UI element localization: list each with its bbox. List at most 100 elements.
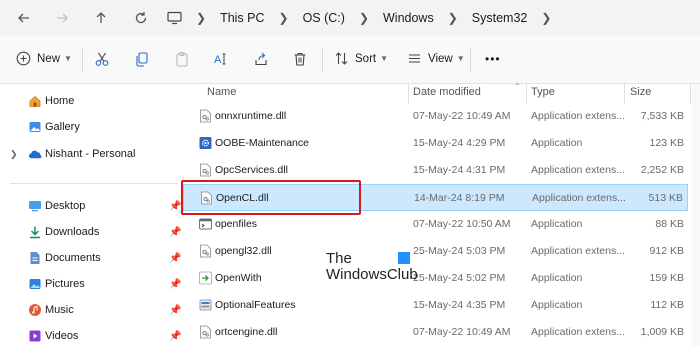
- scissors-icon: [95, 52, 109, 66]
- file-row[interactable]: onnxruntime.dll 07-May-22 10:49 AM Appli…: [183, 103, 688, 130]
- sidebar-item-label: Downloads: [45, 226, 100, 238]
- breadcrumb-os-c[interactable]: OS (C:): [303, 11, 345, 25]
- sidebar-item-videos[interactable]: Videos 📌: [0, 323, 183, 346]
- navigation-pane: Home Gallery ❯ Nishant - Personal Deskto…: [0, 84, 183, 346]
- copy-button[interactable]: [134, 51, 150, 67]
- file-type: Application extens...: [531, 245, 625, 257]
- gear-app-icon: [199, 136, 212, 150]
- file-size: 513 KB: [648, 192, 683, 204]
- view-button[interactable]: View ▼: [407, 51, 465, 66]
- more-options-button[interactable]: •••: [485, 52, 501, 66]
- cut-button[interactable]: [94, 51, 110, 67]
- file-type: Application extens...: [532, 192, 626, 204]
- new-button[interactable]: New ▼: [16, 51, 72, 66]
- documents-icon: [28, 251, 42, 265]
- file-row[interactable]: OpenWith 25-May-24 5:02 PM Application 1…: [183, 265, 688, 292]
- file-date: 15-May-24 4:29 PM: [413, 137, 506, 149]
- divider: [10, 183, 178, 184]
- up-button[interactable]: [81, 0, 121, 36]
- column-divider[interactable]: [408, 84, 409, 104]
- sidebar-item-label: Documents: [45, 252, 101, 264]
- pictures-icon: [28, 277, 42, 291]
- file-name: onnxruntime.dll: [215, 110, 287, 122]
- sidebar-item-gallery[interactable]: Gallery: [0, 114, 183, 140]
- breadcrumb-this-pc[interactable]: This PC: [220, 11, 264, 25]
- file-name: OpcServices.dll: [215, 164, 288, 176]
- sidebar-item-label: Desktop: [45, 200, 86, 212]
- address-row: ❯ This PC ❯ OS (C:) ❯ Windows ❯ System32…: [0, 0, 700, 36]
- pin-icon: 📌: [169, 252, 182, 264]
- more-icon: •••: [485, 52, 501, 66]
- music-icon: [28, 303, 42, 317]
- videos-icon: [28, 329, 42, 343]
- file-type: Application: [531, 299, 583, 311]
- sort-arrows-icon: [334, 51, 349, 66]
- desktop-icon: [28, 199, 42, 213]
- trash-icon: [294, 52, 306, 66]
- file-size: 2,252 KB: [640, 164, 684, 176]
- highlight-annotation: [181, 180, 361, 215]
- forward-button[interactable]: [42, 0, 82, 36]
- file-row[interactable]: OOBE-Maintenance 15-May-24 4:29 PM Appli…: [183, 130, 688, 157]
- paste-button[interactable]: [174, 51, 190, 67]
- back-button[interactable]: [4, 0, 44, 36]
- chevron-right-icon[interactable]: ❯: [541, 11, 551, 25]
- pin-icon: 📌: [169, 304, 182, 316]
- sidebar-item-label: Nishant - Personal: [45, 148, 136, 160]
- sidebar-item-pictures[interactable]: Pictures 📌: [0, 271, 183, 297]
- sidebar-item-label: Videos: [45, 330, 79, 342]
- column-size[interactable]: Size: [630, 86, 651, 98]
- file-date: 25-May-24 5:03 PM: [413, 245, 506, 257]
- refresh-icon: [135, 12, 147, 24]
- breadcrumb-system32[interactable]: System32: [472, 11, 528, 25]
- column-name[interactable]: Name: [207, 86, 236, 98]
- sidebar-item-documents[interactable]: Documents 📌: [0, 245, 183, 271]
- pin-icon: 📌: [169, 226, 182, 238]
- file-row[interactable]: OptionalFeatures 15-May-24 4:35 PM Appli…: [183, 292, 688, 319]
- breadcrumb-windows[interactable]: Windows: [383, 11, 434, 25]
- delete-button[interactable]: [292, 51, 308, 67]
- file-type: Application extens...: [531, 164, 625, 176]
- chevron-right-icon[interactable]: ❯: [10, 149, 18, 160]
- sidebar-item-label: Gallery: [45, 121, 80, 133]
- file-type: Application: [531, 272, 583, 284]
- arrow-left-icon: [18, 13, 29, 23]
- sidebar-item-label: Music: [45, 304, 74, 316]
- openwith-app-icon: [199, 271, 212, 285]
- features-app-icon: [199, 298, 212, 312]
- sidebar-item-label: Pictures: [45, 278, 85, 290]
- sidebar-item-downloads[interactable]: Downloads 📌: [0, 219, 183, 245]
- plus-circle-icon: [16, 51, 31, 66]
- sort-button[interactable]: Sort ▼: [334, 51, 388, 66]
- column-divider[interactable]: [624, 84, 625, 104]
- column-type[interactable]: Type: [531, 86, 555, 98]
- gallery-icon: [28, 120, 42, 134]
- command-bar: New ▼ A Sort ▼ View ▼ •••: [0, 36, 700, 84]
- breadcrumb: ❯ This PC ❯ OS (C:) ❯ Windows ❯ System32…: [167, 4, 565, 32]
- svg-text:A: A: [214, 54, 222, 66]
- share-button[interactable]: [253, 51, 269, 67]
- file-row[interactable]: openfiles 07-May-22 10:50 AM Application…: [183, 211, 688, 238]
- column-divider[interactable]: [690, 84, 691, 104]
- vertical-scrollbar[interactable]: [692, 84, 700, 346]
- chevron-right-icon: ❯: [447, 11, 458, 25]
- column-header: ⌃ Name Date modified Type Size: [183, 82, 700, 104]
- column-date-modified[interactable]: Date modified: [413, 86, 481, 98]
- file-row[interactable]: opengl32.dll 25-May-24 5:03 PM Applicati…: [183, 238, 688, 265]
- column-divider[interactable]: [526, 84, 527, 104]
- rename-button[interactable]: A: [213, 51, 229, 67]
- file-row[interactable]: ortcengine.dll 07-May-22 10:49 AM Applic…: [183, 319, 688, 346]
- rename-icon: A: [214, 53, 226, 66]
- downloads-icon: [28, 225, 42, 239]
- home-icon: [28, 94, 42, 108]
- divider: [470, 48, 471, 72]
- sidebar-item-onedrive[interactable]: ❯ Nishant - Personal: [0, 141, 183, 167]
- file-date: 15-May-24 4:35 PM: [413, 299, 506, 311]
- file-date: 15-May-24 4:31 PM: [413, 164, 506, 176]
- refresh-button[interactable]: [121, 0, 161, 36]
- sidebar-item-music[interactable]: Music 📌: [0, 297, 183, 323]
- file-date: 07-May-22 10:50 AM: [413, 218, 511, 230]
- sidebar-item-desktop[interactable]: Desktop 📌: [0, 193, 183, 219]
- sidebar-item-home[interactable]: Home: [0, 88, 183, 114]
- file-date: 07-May-22 10:49 AM: [413, 110, 511, 122]
